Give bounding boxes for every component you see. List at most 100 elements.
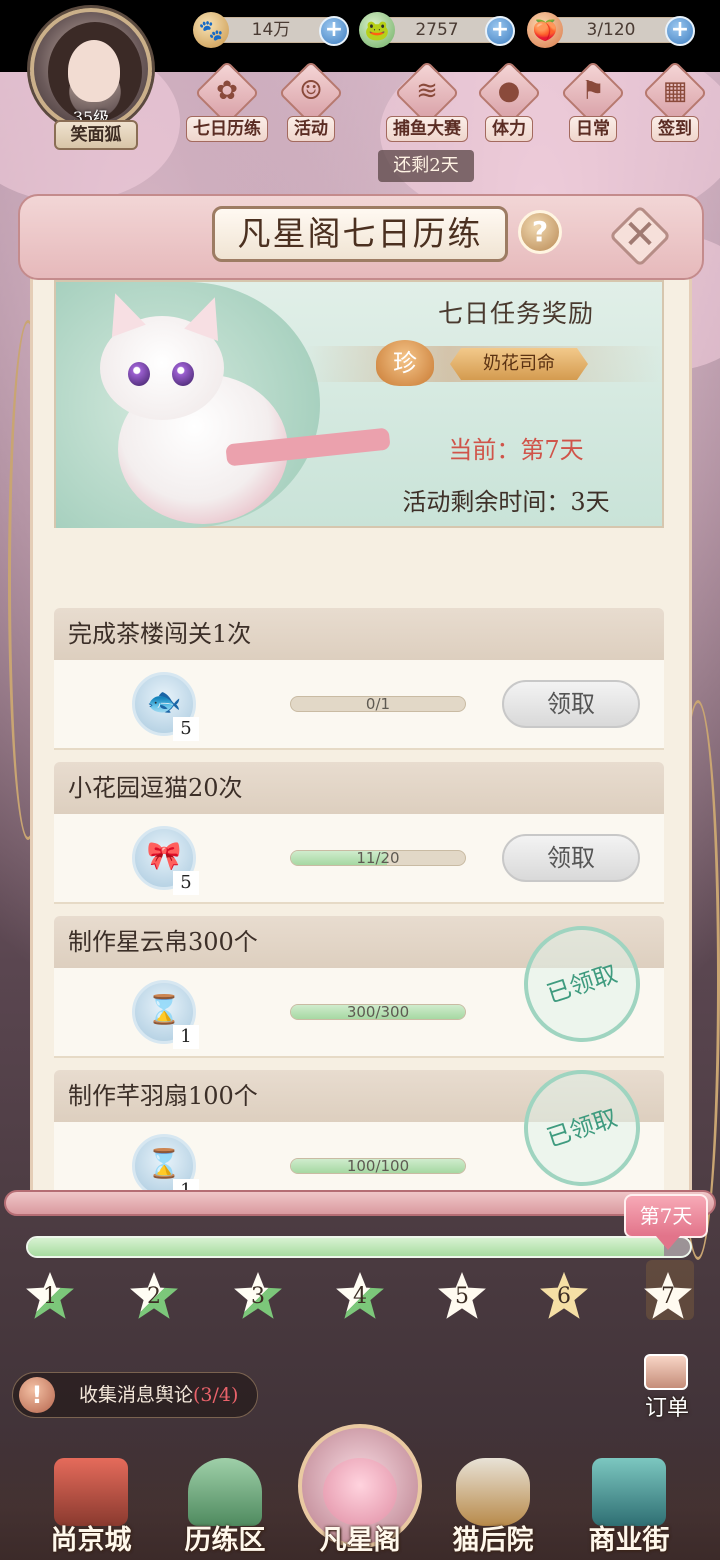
item-count: 1 bbox=[173, 1179, 199, 1190]
player-avatar[interactable]: 35级 bbox=[30, 8, 152, 130]
item-count: 5 bbox=[173, 717, 199, 741]
nav-shangjing-city[interactable]: 尚京城 bbox=[36, 1458, 146, 1558]
task-header: 完成茶楼闯关1次 bbox=[54, 608, 664, 660]
avatar-face bbox=[68, 40, 120, 102]
activity-fishing[interactable]: ≋ 捕鱼大赛 bbox=[386, 60, 468, 144]
order-button[interactable]: 订单 bbox=[632, 1354, 702, 1421]
reward-title: 七日任务奖励 bbox=[437, 299, 594, 328]
nav-training-area[interactable]: 历练区 bbox=[170, 1458, 280, 1558]
task-row: 小花园逗猫20次 🎀 5 11/20 领取 bbox=[54, 762, 664, 908]
hourglass-icon: ⌛ bbox=[146, 993, 182, 1026]
resource-stamina: 🍑 3/120 + bbox=[527, 12, 695, 48]
hourglass-icon: ⌛ bbox=[146, 1147, 182, 1180]
activity-event[interactable]: ☺ 活动 bbox=[272, 60, 350, 144]
reward-item[interactable]: ⌛ 1 bbox=[132, 980, 199, 1049]
resource-value: 2757 bbox=[415, 20, 459, 40]
claim-button[interactable]: 领取 bbox=[502, 834, 640, 882]
item-count: 5 bbox=[173, 871, 199, 895]
activity-label: 活动 bbox=[287, 116, 335, 142]
resource-coins: 🐾 14万 + bbox=[193, 12, 349, 48]
resource-value: 3/120 bbox=[586, 20, 636, 40]
activity-daily[interactable]: ⚑ 日常 bbox=[554, 60, 632, 144]
day-node[interactable]: 1 bbox=[24, 1272, 76, 1324]
reward-item[interactable]: 🐟 5 bbox=[132, 672, 199, 741]
news-count: (3/4) bbox=[193, 1384, 239, 1406]
resource-jade: 🐸 2757 + bbox=[359, 12, 515, 48]
task-progress-bar: 300/300 bbox=[290, 1004, 466, 1020]
add-stamina-button[interactable]: + bbox=[665, 16, 695, 46]
day-progress-fill bbox=[28, 1238, 664, 1256]
news-text: 收集消息舆论(3/4) bbox=[79, 1373, 238, 1417]
jade-frog-icon: 🐸 bbox=[359, 12, 395, 48]
nav-label: 历练区 bbox=[184, 1525, 266, 1556]
activity-stamina[interactable]: ● 体力 bbox=[470, 60, 548, 144]
cat-mask-icon: ☺ bbox=[299, 76, 323, 106]
task-progress-bar: 11/20 bbox=[290, 850, 466, 866]
fish-cake-icon: 🐟 bbox=[146, 685, 182, 718]
cat-teaser-icon: 🎀 bbox=[146, 839, 182, 872]
panel-title: 凡星阁七日历练 bbox=[212, 206, 508, 262]
day-node[interactable]: 6 bbox=[538, 1272, 590, 1324]
city-gate-icon bbox=[54, 1458, 128, 1526]
task-row: 制作星云帛300个 ⌛ 1 300/300 已领取 bbox=[54, 910, 664, 1062]
player-name: 笑面狐 bbox=[54, 120, 138, 150]
time-left-text: 活动剩余时间：3天 bbox=[402, 488, 610, 516]
day-node[interactable]: 4 bbox=[334, 1272, 386, 1324]
activity-label: 捕鱼大赛 bbox=[386, 116, 468, 142]
activity-label: 七日历练 bbox=[186, 116, 268, 142]
cat-basket-icon bbox=[456, 1458, 530, 1526]
news-label: 收集消息舆论 bbox=[79, 1384, 194, 1406]
calendar-icon: ▦ bbox=[662, 76, 688, 106]
activity-label: 签到 bbox=[651, 116, 699, 142]
activity-seven-day[interactable]: ✿ 七日历练 bbox=[186, 60, 268, 144]
day-number: 5 bbox=[455, 1284, 469, 1309]
add-jade-button[interactable]: + bbox=[485, 16, 515, 46]
task-body: 🐟 5 0/1 领取 bbox=[54, 660, 664, 750]
order-label: 订单 bbox=[644, 1396, 689, 1421]
activity-checkin[interactable]: ▦ 签到 bbox=[636, 60, 714, 144]
help-button[interactable]: ? bbox=[518, 210, 562, 254]
progress-text: 11/20 bbox=[356, 850, 400, 866]
day-node[interactable]: 5 bbox=[436, 1272, 488, 1324]
nav-commerce-street[interactable]: 商业街 bbox=[574, 1458, 684, 1558]
fishing-icon: ≋ bbox=[416, 76, 438, 106]
blossom-tree-icon bbox=[323, 1458, 397, 1526]
nav-cat-backyard[interactable]: 猫后院 bbox=[438, 1458, 548, 1558]
reward-name: 奶花司命 bbox=[450, 348, 588, 380]
nav-label: 商业街 bbox=[588, 1525, 670, 1556]
day-node[interactable]: 7 bbox=[642, 1272, 694, 1324]
task-progress-bar: 100/100 bbox=[290, 1158, 466, 1174]
task-name: 小花园逗猫20次 bbox=[68, 774, 243, 802]
nav-fanxing-pavilion[interactable]: 凡星阁 bbox=[305, 1458, 415, 1558]
reward-item[interactable]: ⌛ 1 bbox=[132, 1134, 199, 1190]
task-body: ⌛ 1 300/300 已领取 bbox=[54, 910, 664, 1058]
day-number: 1 bbox=[43, 1284, 57, 1309]
current-day-tag: 第7天 bbox=[624, 1194, 708, 1250]
event-remaining-tag: 还剩2天 bbox=[378, 150, 474, 182]
resource-value: 14万 bbox=[251, 20, 291, 40]
progress-text: 300/300 bbox=[346, 1004, 410, 1020]
day-node[interactable]: 2 bbox=[128, 1272, 180, 1324]
scroll-medal-icon: ✿ bbox=[216, 76, 238, 106]
activity-label: 日常 bbox=[569, 116, 617, 142]
day-number: 2 bbox=[147, 1284, 161, 1309]
task-name: 完成茶楼闯关1次 bbox=[68, 620, 252, 648]
stamina-bun-icon: 🍑 bbox=[527, 12, 563, 48]
reward-item[interactable]: 🎀 5 bbox=[132, 826, 199, 895]
day-progress-track bbox=[26, 1236, 692, 1258]
day-node[interactable]: 3 bbox=[232, 1272, 284, 1324]
task-header: 小花园逗猫20次 bbox=[54, 762, 664, 814]
task-body: 🎀 5 11/20 领取 bbox=[54, 814, 664, 904]
activity-label: 体力 bbox=[485, 116, 533, 142]
current-day-text: 当前：第7天 bbox=[448, 436, 584, 464]
close-button[interactable]: ✕ bbox=[608, 204, 672, 268]
claim-button[interactable]: 领取 bbox=[502, 680, 640, 728]
add-coins-button[interactable]: + bbox=[319, 16, 349, 46]
progress-text: 100/100 bbox=[346, 1158, 410, 1174]
day-number: 6 bbox=[557, 1284, 571, 1309]
nav-label: 尚京城 bbox=[50, 1525, 132, 1556]
day-number: 7 bbox=[661, 1284, 675, 1309]
paw-coin-icon: 🐾 bbox=[193, 12, 229, 48]
alert-icon: ! bbox=[19, 1377, 55, 1413]
news-quest-bar[interactable]: ! 收集消息舆论(3/4) bbox=[12, 1372, 258, 1418]
